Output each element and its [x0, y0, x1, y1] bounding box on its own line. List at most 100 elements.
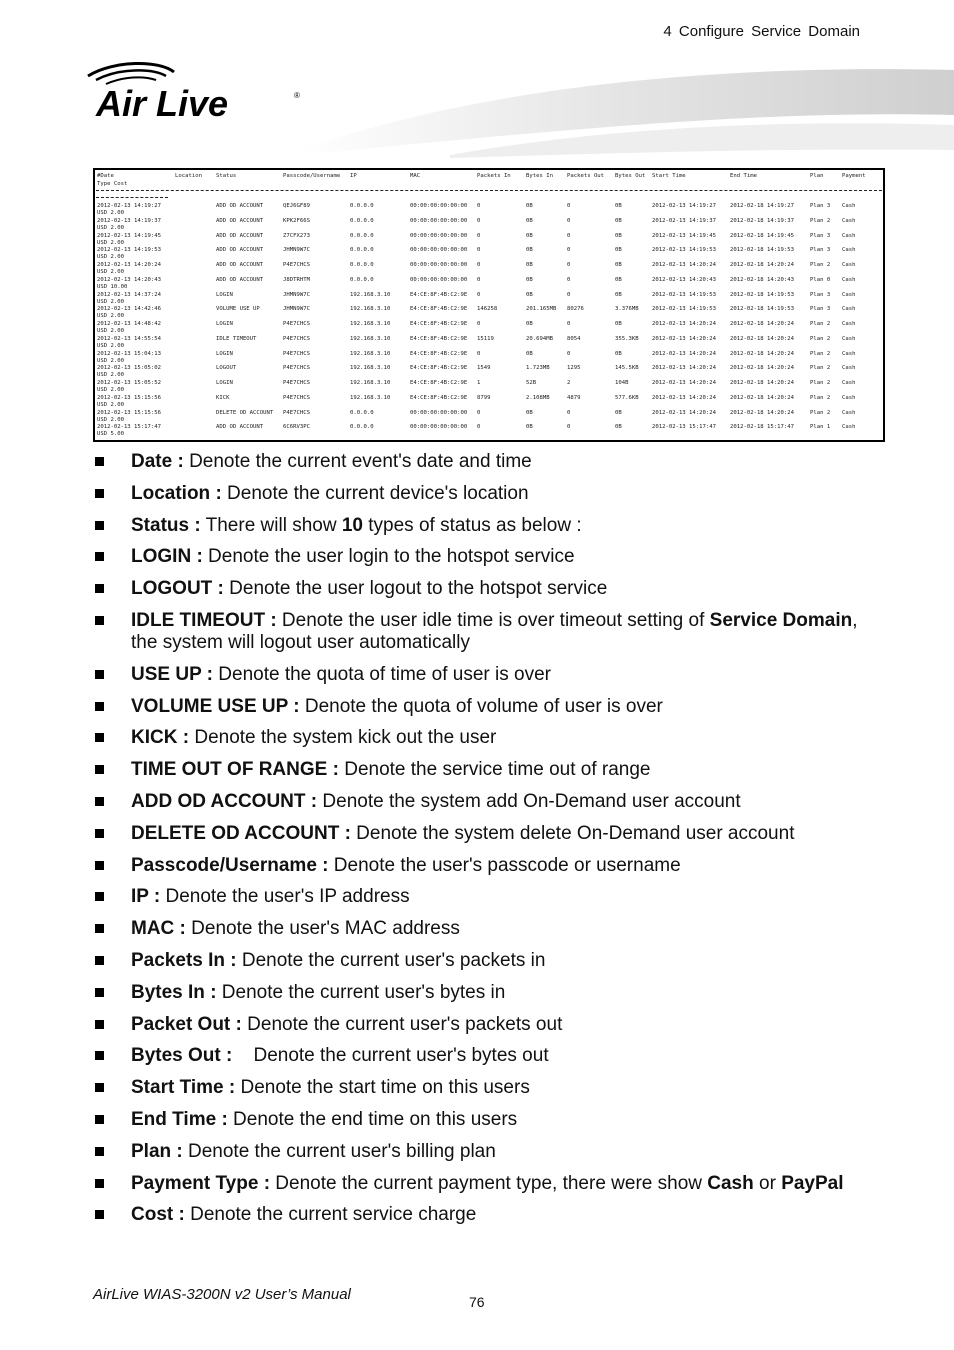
term-label: Plan : [131, 1140, 183, 1162]
cell-mac: E4:CE:8F:4B:C2:9E [410, 321, 468, 327]
cell-end: 2012-02-18 15:17:47 [730, 424, 794, 431]
square-bullet-icon [95, 457, 104, 466]
square-bullet-icon [95, 924, 104, 934]
term-label: PayPal [781, 1172, 844, 1194]
cell-bin: 0B [526, 203, 533, 209]
field-description-list: Date : Denote the current event's date a… [95, 451, 875, 1236]
term-label: TIME OUT OF RANGE : [131, 759, 339, 781]
cell-user: P4E7CHCS [283, 262, 310, 268]
cell-plan: Plan 2 [810, 262, 831, 268]
cell-end: 2012-02-18 14:20:24 [730, 380, 794, 386]
cell-start: 2012-02-13 14:19:37 [652, 217, 716, 224]
cell-payment: Cash [842, 409, 856, 416]
cell-status: DELETE OD ACCOUNT [216, 409, 274, 416]
cell-status: ADD OD ACCOUNT [216, 232, 264, 239]
cell-pin: 0 [477, 409, 481, 416]
cell-cost: USD 2.00 [97, 298, 124, 305]
list-item: MAC : Denote the user's MAC address [95, 918, 875, 940]
svg-text:®: ® [294, 91, 300, 100]
cell-bin: 0B [526, 409, 533, 416]
cell-pin: 146258 [477, 306, 498, 313]
column-header: Bytes Out [615, 173, 646, 179]
cell-ip: 192.168.3.10 [350, 365, 391, 372]
cell-start: 2012-02-13 14:20:24 [652, 380, 716, 386]
cell-user: P4E7CHCS [283, 335, 310, 342]
cell-bout: 0B [615, 409, 622, 416]
term-description: Denote the current event's date and time [183, 451, 532, 472]
cell-cost: USD 2.00 [97, 387, 124, 393]
cell-end: 2012-02-18 14:19:53 [730, 247, 794, 254]
cell-mac: 00:00:00:00:00:00 [410, 409, 468, 416]
cell-cost: USD 10.00 [97, 283, 128, 290]
cell-pout: 0 [567, 321, 571, 327]
cell-start: 2012-02-13 14:19:53 [652, 247, 716, 254]
cell-date: 2012-02-13 14:19:53 [97, 247, 161, 254]
list-item: Location : Denote the current device's l… [95, 483, 875, 505]
cell-date: 2012-02-13 15:04:13 [97, 350, 161, 357]
cell-ip: 192.168.3.10 [350, 350, 391, 357]
term-description: Denote the current payment type, there w… [270, 1172, 708, 1194]
term-label: Cash [707, 1172, 754, 1194]
square-bullet-icon [95, 828, 104, 838]
column-header: Payment [842, 173, 866, 179]
cell-plan: Plan 3 [810, 247, 831, 254]
square-bullet-icon [95, 892, 104, 902]
cell-date: 2012-02-13 15:05:02 [97, 365, 161, 372]
cell-ip: 0.0.0.0 [350, 217, 374, 224]
cell-pin: 0 [477, 276, 481, 283]
cell-date: 2012-02-13 14:37:24 [97, 291, 161, 298]
list-item: LOGOUT : Denote the user logout to the h… [95, 578, 875, 600]
svg-text:Air Live: Air Live [95, 83, 228, 124]
list-item: IP : Denote the user's IP address [95, 886, 875, 908]
cell-bin: 52B [526, 380, 537, 386]
term-label: LOGOUT : [131, 578, 224, 600]
cell-payment: Cash [842, 262, 856, 268]
cell-status: LOGIN [216, 321, 233, 327]
cell-user: 6C6RV3PC [283, 424, 310, 431]
cell-ip: 0.0.0.0 [350, 247, 374, 254]
cell-date: 2012-02-13 14:19:37 [97, 217, 161, 224]
cell-status: IDLE TIMEOUT [216, 335, 257, 342]
cell-plan: Plan 0 [810, 276, 831, 283]
cell-cost: USD 2.00 [97, 401, 124, 408]
cell-pin: 0 [477, 203, 481, 209]
cell-bout: 3.376MB [615, 306, 639, 313]
cell-ip: 0.0.0.0 [350, 232, 374, 239]
column-header: End Time [730, 173, 757, 179]
cell-pout: 0 [567, 232, 571, 239]
cell-pin: 15119 [477, 335, 494, 342]
cell-start: 2012-02-13 14:20:24 [652, 262, 716, 268]
square-bullet-icon [95, 1114, 104, 1124]
cell-status: LOGIN [216, 380, 233, 386]
cell-pout: 8054 [567, 335, 581, 342]
cell-cost: USD 2.00 [97, 239, 124, 246]
cell-bout: 0B [615, 203, 622, 209]
term-description: Denote the start time on this users [235, 1077, 530, 1099]
cell-status: VOLUME USE UP [216, 306, 260, 313]
cell-bin: 201.165MB [526, 306, 557, 313]
page-number: 76 [469, 1294, 485, 1310]
cell-pout: 2 [567, 380, 571, 386]
cell-mac: E4:CE:8F:4B:C2:9E [410, 365, 468, 372]
column-header: #Date [97, 173, 114, 179]
cell-pin: 0 [477, 424, 481, 431]
cell-status: LOGOUT [216, 365, 237, 372]
cell-user: P4E7CHCS [283, 409, 310, 416]
cell-user: P4E7CHCS [283, 365, 310, 372]
cell-pout: 0 [567, 409, 571, 416]
cell-pout: 4879 [567, 394, 581, 401]
square-bullet-icon [95, 1019, 104, 1029]
cell-payment: Cash [842, 394, 856, 401]
column-header: Plan [810, 173, 824, 179]
cell-user: P4E7CHCS [283, 321, 310, 327]
cell-pin: 0 [477, 247, 481, 254]
square-bullet-icon [95, 701, 104, 711]
term-label: USE UP : [131, 663, 214, 685]
cell-bin: 1.723MB [526, 365, 550, 372]
term-description: or [753, 1172, 782, 1194]
cell-end: 2012-02-18 14:19:45 [730, 232, 794, 239]
cell-cost: USD 2.00 [97, 254, 124, 261]
list-item: End Time : Denote the end time on this u… [95, 1109, 875, 1131]
term-label: Location : [131, 482, 222, 504]
column-header: Passcode/Username [283, 173, 341, 179]
